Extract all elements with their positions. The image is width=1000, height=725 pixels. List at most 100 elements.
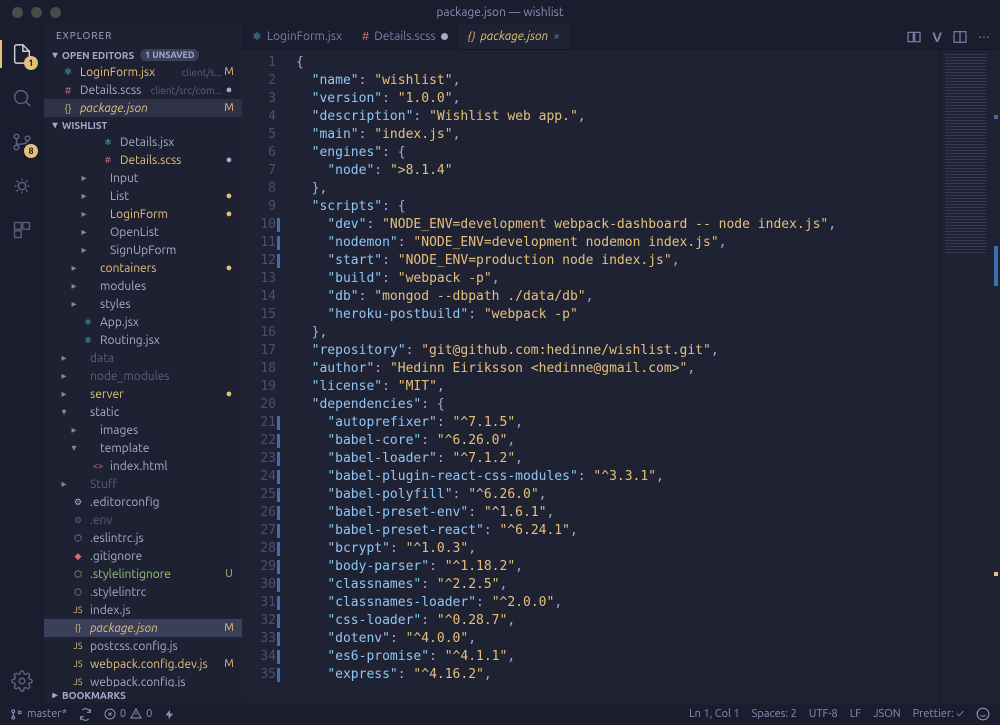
tree-item[interactable]: ⬡ .stylelintrc — [44, 583, 242, 601]
more-icon[interactable]: ⋯ — [978, 30, 990, 44]
tree-item[interactable]: ⚛ App.jsx — [44, 313, 242, 331]
tree-item[interactable]: ▾ template — [44, 439, 242, 457]
debug-activity[interactable] — [0, 164, 44, 208]
code-editor[interactable]: { "name": "wishlist", "version": "1.0.0"… — [288, 50, 940, 703]
tree-item[interactable]: ▸ styles — [44, 295, 242, 313]
scm-activity[interactable]: 8 — [0, 120, 44, 164]
tab-actions: V ⋯ — [896, 24, 1000, 49]
item-label: .stylelintignore — [90, 568, 222, 581]
item-label: data — [90, 352, 222, 365]
open-editors-section[interactable]: ▾ OPEN EDITORS 1 UNSAVED — [44, 47, 242, 63]
split-editor-icon[interactable] — [952, 29, 968, 45]
editor-tab[interactable]: # Details.scss — [352, 24, 458, 49]
file-icon: # — [100, 155, 116, 165]
language-status[interactable]: JSON — [873, 708, 901, 720]
tree-item[interactable]: ▸ node_modules — [44, 367, 242, 385]
eol-status[interactable]: LF — [850, 708, 861, 720]
tree-item[interactable]: ▸ server ● — [44, 385, 242, 403]
git-branch-status[interactable]: master* — [10, 708, 67, 721]
file-icon: JS — [70, 659, 86, 669]
tree-item[interactable]: ▸ modules — [44, 277, 242, 295]
open-editor-item[interactable]: ⚛ LoginForm.jsx client/s... M — [44, 63, 242, 81]
tree-item[interactable]: ⚙ .editorconfig — [44, 493, 242, 511]
tree-item[interactable]: JS index.js — [44, 601, 242, 619]
tree-item[interactable]: ▸ containers ● — [44, 259, 242, 277]
dirty-indicator — [441, 33, 448, 40]
editor-tab[interactable]: {} package.json × — [458, 24, 570, 49]
tree-item[interactable]: ▸ SignUpForm — [44, 241, 242, 259]
window-title: package.json — wishlist — [0, 6, 1000, 19]
chevron-down-icon: ▾ — [48, 49, 62, 61]
compare-icon[interactable] — [906, 29, 922, 45]
search-activity[interactable] — [0, 76, 44, 120]
tree-item[interactable]: ◆ .gitignore — [44, 547, 242, 565]
item-label: webpack.config.js — [90, 676, 222, 688]
settings-activity[interactable] — [0, 659, 44, 703]
editor-tab[interactable]: ⚛ LoginForm.jsx — [242, 24, 352, 49]
open-editor-item[interactable]: # Details.scss client/src/com... ● — [44, 81, 242, 99]
bolt-icon — [164, 709, 175, 720]
tree-item[interactable]: ▸ LoginForm ● — [44, 205, 242, 223]
encoding-status[interactable]: UTF-8 — [809, 708, 838, 720]
file-status: M — [222, 102, 236, 114]
tree-item[interactable]: ⚙ .env — [44, 511, 242, 529]
file-status: ● — [222, 84, 236, 96]
minimap-content — [945, 54, 986, 254]
file-icon: ⬡ — [70, 587, 86, 598]
item-label: postcss.config.js — [90, 640, 222, 653]
item-label: Details.jsx — [120, 136, 222, 149]
tree-item[interactable]: JS webpack.config.dev.js M — [44, 655, 242, 673]
minimap[interactable] — [940, 50, 1000, 703]
chevron-icon: ▸ — [58, 388, 70, 400]
tree-item[interactable]: ⬡ .stylelintignore U — [44, 565, 242, 583]
prettier-status[interactable]: Prettier: ✓ — [913, 708, 964, 720]
open-editor-item[interactable]: {} package.json M — [44, 99, 242, 117]
item-label: modules — [100, 280, 222, 293]
chevron-icon: ▾ — [68, 442, 80, 454]
tree-item[interactable]: ▸ data — [44, 349, 242, 367]
chevron-icon: ▸ — [58, 352, 70, 364]
cursor-position[interactable]: Ln 1, Col 1 — [689, 708, 740, 720]
bolt-status[interactable] — [164, 709, 175, 720]
item-label: Stuff — [90, 478, 222, 491]
tree-item[interactable]: {} package.json M — [44, 619, 242, 637]
open-editors-label: OPEN EDITORS — [62, 50, 134, 61]
problems-status[interactable]: 0 0 — [104, 708, 152, 720]
tree-item[interactable]: ▸ images — [44, 421, 242, 439]
indentation-status[interactable]: Spaces: 2 — [752, 708, 797, 720]
explorer-activity[interactable]: 1 — [0, 32, 44, 76]
file-icon: ◆ — [70, 551, 86, 562]
tree-item[interactable]: ⬡ .eslintrc.js — [44, 529, 242, 547]
extensions-activity[interactable] — [0, 208, 44, 252]
tree-item[interactable]: ▸ List ● — [44, 187, 242, 205]
tree-item[interactable]: ⚛ Routing.jsx — [44, 331, 242, 349]
gutter: 1234567891011121314151617181920212223242… — [242, 50, 288, 703]
tree-item[interactable]: ▸ Stuff — [44, 475, 242, 493]
debug-icon — [11, 175, 33, 197]
item-label: .editorconfig — [90, 496, 222, 509]
tree-item[interactable]: ▸ OpenList — [44, 223, 242, 241]
explorer-badge: 1 — [24, 56, 38, 70]
file-icon: ⚛ — [100, 137, 116, 148]
file-icon: ⬡ — [70, 533, 86, 544]
tree-item[interactable]: ⚛ Details.jsx — [44, 133, 242, 151]
file-icon: ⬡ — [70, 569, 86, 580]
close-icon[interactable]: × — [553, 30, 560, 43]
bookmarks-section[interactable]: ▸ BOOKMARKS — [44, 687, 242, 703]
chevron-icon: ▸ — [68, 424, 80, 436]
unsaved-badge: 1 UNSAVED — [140, 49, 199, 61]
tree-item[interactable]: JS postcss.config.js — [44, 637, 242, 655]
tree-item[interactable]: ▾ static — [44, 403, 242, 421]
tree-item[interactable]: # Details.scss ● — [44, 151, 242, 169]
item-label: App.jsx — [100, 316, 222, 329]
tree-item[interactable]: JS webpack.config.js — [44, 673, 242, 687]
tree-item[interactable]: <> index.html — [44, 457, 242, 475]
sync-status[interactable] — [79, 708, 92, 721]
tree-item[interactable]: ▸ Input — [44, 169, 242, 187]
file-icon: # — [60, 85, 76, 96]
item-label: package.json — [90, 622, 222, 635]
feedback-status[interactable] — [976, 707, 990, 721]
project-section[interactable]: ▾ WISHLIST — [44, 117, 242, 133]
chevron-icon: ▸ — [78, 244, 90, 256]
chevron-icon: ▸ — [58, 370, 70, 382]
